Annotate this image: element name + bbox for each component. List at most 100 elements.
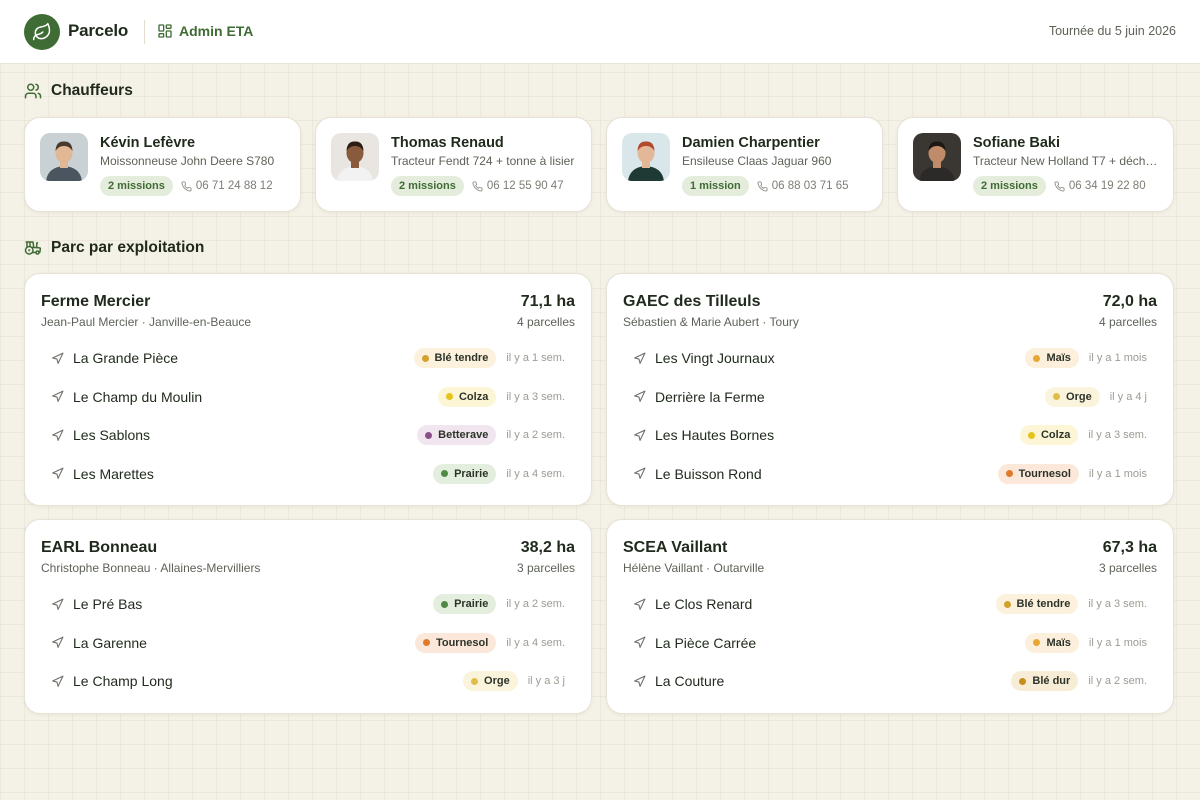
farm-owner: Sébastien & Marie Aubert · Toury: [623, 315, 799, 329]
parcel-last-update: il y a 1 mois: [1088, 636, 1147, 649]
tractor-icon: [24, 241, 42, 255]
crop-label: Prairie: [454, 598, 489, 610]
farm-area: 67,3 ha: [1102, 539, 1157, 556]
driver-card[interactable]: Damien Charpentier Ensileuse Claas Jaguar…: [606, 117, 883, 212]
crop-color-dot: [441, 600, 449, 608]
parcel-row[interactable]: Le Champ Long Orge il y a 3 j: [41, 662, 575, 700]
crop-badge: Colza: [437, 386, 497, 407]
parcel-row[interactable]: Les Marettes Prairie il y a 4 sem.: [41, 455, 575, 493]
farm-name: SCEA Vaillant: [623, 539, 728, 556]
parcel-row[interactable]: Les Vingt Journaux Maïs il y a 1 mois: [623, 339, 1157, 377]
parcel-last-update: il y a 2 sem.: [1088, 675, 1147, 687]
crop-badge: Betterave: [417, 425, 497, 445]
parcel-row[interactable]: Le Clos Renard Blé tendre il y a 3 sem.: [623, 585, 1157, 623]
missions-badge[interactable]: 1 mission: [682, 176, 749, 196]
driver-meta: 2 missions 06 34 19 22 80: [973, 176, 1146, 196]
drivers-section-title: Chauffeurs: [24, 82, 133, 100]
navigation-arrow-icon: [634, 390, 646, 402]
crop-badge: Blé tendre: [413, 348, 497, 368]
farm-card[interactable]: SCEA Vaillant Hélène Vaillant · Outarvill…: [606, 519, 1174, 714]
leaf-logo-icon[interactable]: [24, 14, 60, 50]
farm-name: EARL Bonneau: [41, 539, 158, 556]
parcel-last-update: il y a 3 sem.: [506, 390, 565, 403]
parcel-row[interactable]: Derrière la Ferme Orge il y a 4 j: [623, 378, 1157, 416]
parcel-last-update: il y a 2 sem.: [506, 598, 565, 610]
farm-parcel-count: 3 parcelles: [1098, 561, 1157, 575]
missions-badge[interactable]: 2 missions: [391, 176, 464, 196]
driver-machine: Tracteur Fendt 724 + tonne à lisier: [391, 154, 575, 168]
navigation-arrow-icon: [52, 429, 64, 441]
driver-machine: Tracteur New Holland T7 + déchaumeur: [973, 154, 1163, 168]
phone-icon: [181, 180, 192, 192]
crop-badge: Tournesol: [997, 463, 1079, 484]
farm-card[interactable]: Ferme Mercier Jean-Paul Mercier · Janvill…: [24, 273, 592, 506]
crop-label: Prairie: [454, 467, 489, 480]
phone-number: 06 71 24 88 12: [195, 180, 273, 192]
parcel-name: Les Sablons: [73, 427, 151, 443]
farm-card[interactable]: GAEC des Tilleuls Sébastien & Marie Auber…: [606, 273, 1174, 506]
parcel-row[interactable]: Le Champ du Moulin Colza il y a 3 sem.: [41, 378, 575, 416]
parcel-name: Le Champ du Moulin: [73, 388, 203, 405]
farm-owner: Hélène Vaillant · Outarville: [623, 561, 765, 575]
role-switcher[interactable]: Admin ETA: [157, 23, 253, 39]
parcel-name: Le Buisson Rond: [655, 465, 762, 482]
driver-phone[interactable]: 06 12 55 90 47: [472, 180, 564, 192]
missions-badge[interactable]: 2 missions: [973, 176, 1046, 196]
driver-phone[interactable]: 06 71 24 88 12: [181, 180, 273, 192]
crop-color-dot: [445, 393, 453, 400]
driver-meta: 1 mission 06 88 03 71 65: [682, 176, 849, 196]
crop-label: Blé tendre: [1016, 598, 1071, 610]
crop-color-dot: [422, 639, 430, 646]
tour-date: Tournée du 5 juin 2026: [1048, 24, 1176, 38]
avatar: [622, 133, 670, 181]
parcel-row[interactable]: Le Buisson Rond Tournesol il y a 1 mois: [623, 455, 1157, 493]
parcel-name: La Pièce Carrée: [655, 634, 757, 651]
parcel-row[interactable]: La Grande Pièce Blé tendre il y a 1 sem.: [41, 339, 575, 377]
drivers-heading: Chauffeurs: [51, 82, 133, 99]
missions-badge[interactable]: 2 missions: [100, 176, 173, 196]
parcel-row[interactable]: La Garenne Tournesol il y a 4 sem.: [41, 624, 575, 662]
farm-card[interactable]: EARL Bonneau Christophe Bonneau · Allaine…: [24, 519, 592, 714]
farm-parcel-count: 3 parcelles: [516, 561, 575, 575]
driver-machine: Ensileuse Claas Jaguar 960: [682, 154, 832, 168]
farm-area: 38,2 ha: [520, 539, 575, 556]
driver-card[interactable]: Kévin Lefèvre Moissonneuse John Deere S78…: [24, 117, 301, 212]
navigation-arrow-icon: [52, 675, 64, 687]
parcel-last-update: il y a 1 mois: [1088, 352, 1147, 364]
parcel-row[interactable]: Les Hautes Bornes Colza il y a 3 sem.: [623, 416, 1157, 454]
parcel-row[interactable]: La Pièce Carrée Maïs il y a 1 mois: [623, 624, 1157, 662]
navigation-arrow-icon: [52, 636, 64, 648]
parcel-row[interactable]: Le Pré Bas Prairie il y a 2 sem.: [41, 585, 575, 623]
crop-badge: Maïs: [1025, 348, 1079, 368]
crop-badge: Blé dur: [1011, 671, 1079, 691]
farm-owner: Christophe Bonneau · Allaines-Mervillier…: [41, 561, 261, 575]
crop-color-dot: [1033, 354, 1041, 362]
driver-card[interactable]: Sofiane Baki Tracteur New Holland T7 + dé…: [897, 117, 1174, 212]
navigation-arrow-icon: [52, 598, 64, 610]
parcel-name: La Garenne: [73, 634, 147, 651]
dashboard-grid-icon: [158, 24, 172, 38]
driver-card[interactable]: Thomas Renaud Tracteur Fendt 724 + tonne …: [315, 117, 592, 212]
phone-icon: [1054, 180, 1065, 192]
avatar: [331, 133, 379, 181]
farms-heading: Parc par exploitation: [51, 239, 205, 256]
parcel-name: Le Champ Long: [73, 673, 173, 689]
parcel-row[interactable]: La Couture Blé dur il y a 2 sem.: [623, 662, 1157, 700]
avatar: [40, 133, 88, 181]
crop-label: Maïs: [1046, 636, 1071, 649]
driver-phone[interactable]: 06 88 03 71 65: [757, 180, 849, 192]
crop-color-dot: [441, 470, 449, 477]
driver-machine: Moissonneuse John Deere S780: [100, 154, 275, 168]
crop-badge: Orge: [463, 671, 518, 691]
navigation-arrow-icon: [52, 467, 64, 479]
navigation-arrow-icon: [634, 675, 646, 687]
farms-section-title: Parc par exploitation: [24, 239, 204, 257]
crop-color-dot: [1053, 393, 1061, 400]
brand-name[interactable]: Parcelo: [68, 21, 128, 41]
driver-meta: 2 missions 06 12 55 90 47: [391, 176, 564, 196]
driver-phone[interactable]: 06 34 19 22 80: [1054, 180, 1146, 192]
crop-badge: Colza: [1019, 425, 1079, 445]
parcel-last-update: il y a 1 mois: [1088, 467, 1147, 480]
parcel-row[interactable]: Les Sablons Betterave il y a 2 sem.: [41, 416, 575, 454]
role-label: Admin ETA: [179, 23, 254, 39]
